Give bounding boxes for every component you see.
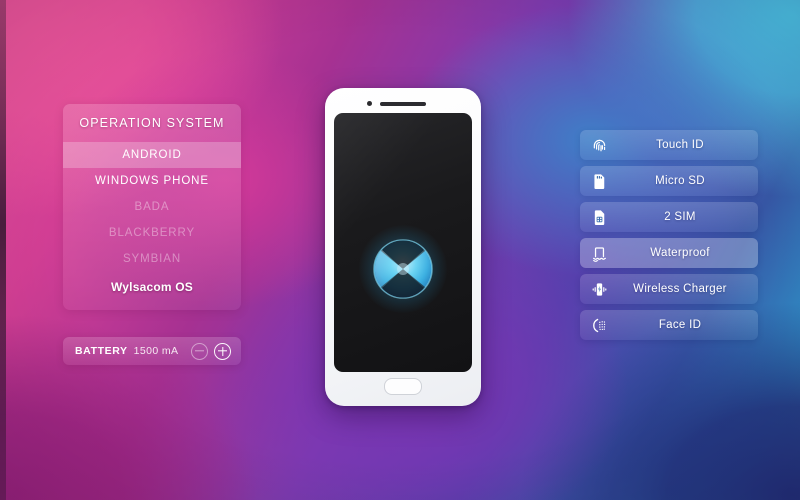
os-option-label: SYMBIAN [122, 253, 182, 265]
feature-row-wireless-charger[interactable]: Wireless Charger [580, 274, 758, 304]
battery-decrease-button[interactable] [191, 342, 208, 360]
phone-screen [334, 113, 472, 372]
os-option-label: WINDOWS PHONE [95, 175, 209, 187]
left-edge-bar [0, 0, 6, 500]
os-panel-spacer [63, 302, 241, 310]
sim-card-icon [580, 208, 618, 227]
waterproof-icon [580, 244, 618, 263]
battery-control: BATTERY 1500 mA [63, 337, 241, 365]
phone-mockup [325, 88, 481, 406]
home-button[interactable] [384, 378, 422, 395]
feature-row-touch-id[interactable]: Touch ID [580, 130, 758, 160]
battery-increase-button[interactable] [214, 342, 231, 360]
os-option-label: ANDROID [122, 149, 182, 161]
face-id-icon [580, 316, 618, 335]
os-option-wylsacom-os[interactable]: Wylsacom OS [63, 272, 241, 302]
feature-label: 2 SIM [664, 211, 696, 223]
feature-row-2-sim[interactable]: 2 SIM [580, 202, 758, 232]
os-option-label: BADA [134, 201, 170, 213]
feature-label: Micro SD [655, 175, 705, 187]
operation-system-title: OPERATION SYSTEM [79, 116, 225, 130]
feature-row-micro-sd[interactable]: Micro SD [580, 166, 758, 196]
feature-label: Touch ID [656, 139, 704, 151]
os-option-label: Wylsacom OS [110, 280, 193, 294]
os-option-android[interactable]: ANDROID [63, 142, 241, 168]
feature-label: Face ID [658, 319, 702, 331]
os-option-windows-phone[interactable]: WINDOWS PHONE [63, 168, 241, 194]
features-panel: Touch ID Micro SD 2 SIM Waterproof Wirel… [580, 130, 758, 340]
battery-value: 1500 mA [133, 345, 179, 357]
minus-icon [195, 350, 204, 352]
feature-row-waterproof[interactable]: Waterproof [580, 238, 758, 268]
os-option-blackberry[interactable]: BLACKBERRY [63, 220, 241, 246]
os-option-label: BLACKBERRY [108, 227, 196, 239]
feature-label: Waterproof [650, 247, 710, 259]
app-canvas: OPERATION SYSTEM ANDROID WINDOWS PHONE B… [0, 0, 800, 500]
feature-label: Wireless Charger [633, 283, 727, 295]
fingerprint-icon [580, 136, 618, 155]
operation-system-panel: OPERATION SYSTEM ANDROID WINDOWS PHONE B… [63, 104, 241, 310]
os-option-symbian[interactable]: SYMBIAN [63, 246, 241, 272]
wireless-charging-icon [580, 280, 618, 299]
battery-stepper [191, 342, 231, 360]
earpiece-speaker-icon [380, 102, 426, 106]
feature-row-face-id[interactable]: Face ID [580, 310, 758, 340]
front-camera-icon [367, 101, 372, 106]
wylsacom-logo-icon [359, 225, 447, 313]
os-option-bada[interactable]: BADA [63, 194, 241, 220]
battery-label: BATTERY [75, 345, 128, 357]
plus-icon-vertical [221, 346, 224, 356]
sd-card-icon [580, 172, 618, 191]
